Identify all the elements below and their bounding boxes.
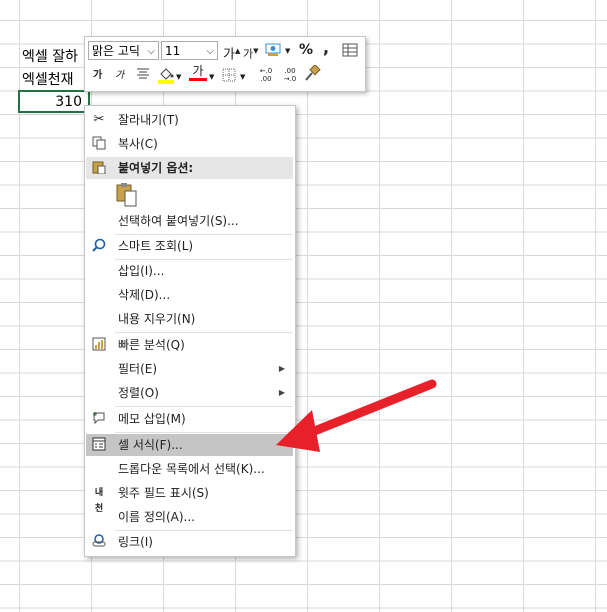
annotation-arrow xyxy=(276,379,437,452)
